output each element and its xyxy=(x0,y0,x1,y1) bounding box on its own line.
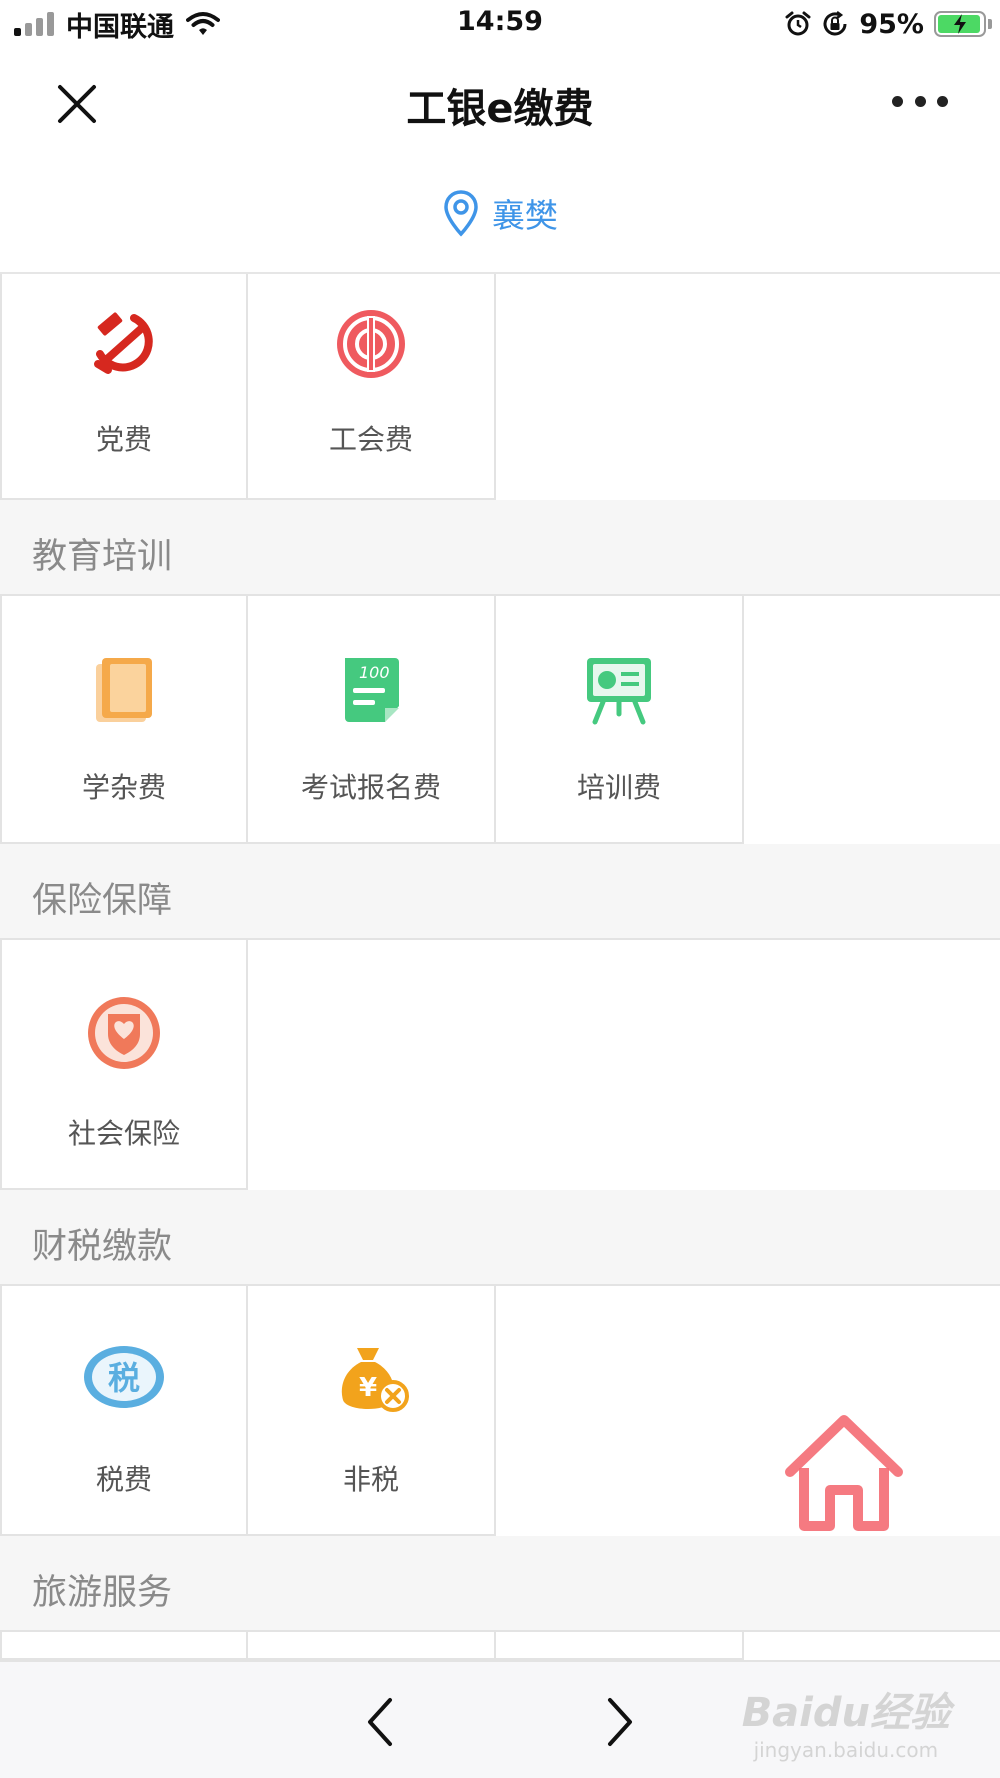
tile-label: 非税 xyxy=(342,1463,399,1496)
tile-union-fee[interactable]: 工会费 xyxy=(248,274,496,500)
watermark: Baidu经验 jingyan.baidu.com xyxy=(742,1680,950,1762)
status-bar: 中国联通 14:59 95% xyxy=(0,0,1000,48)
tile-label: 党费 xyxy=(95,423,152,456)
book-icon xyxy=(96,658,152,722)
tile-exam-registration-fee[interactable]: 100 考试报名费 xyxy=(248,596,496,844)
travel-row xyxy=(0,1632,1000,1660)
party-row: 党费 工会费 xyxy=(0,274,1000,500)
location-pin-icon xyxy=(444,190,478,237)
section-header-insurance: 保险保障 xyxy=(0,844,1000,940)
tile-tuition-fee[interactable]: 学杂费 xyxy=(0,596,248,844)
trade-union-icon xyxy=(337,310,405,378)
tile-travel-1[interactable] xyxy=(0,1632,248,1660)
back-arrow-icon[interactable] xyxy=(360,1692,400,1752)
section-title: 旅游服务 xyxy=(32,1573,173,1613)
hammer-sickle-icon xyxy=(94,312,153,374)
tile-social-insurance[interactable]: 社会保险 xyxy=(0,940,248,1190)
tile-label: 工会费 xyxy=(328,423,413,456)
education-row: 学杂费 100 考试报名费 培训费 xyxy=(0,596,1000,844)
battery-percent: 95% xyxy=(859,8,924,40)
battery-icon xyxy=(934,11,992,37)
tile-label: 学杂费 xyxy=(81,771,166,804)
tile-training-fee[interactable]: 培训费 xyxy=(496,596,744,844)
tile-label: 考试报名费 xyxy=(300,771,441,804)
tile-travel-2[interactable] xyxy=(248,1632,496,1660)
location-city: 襄樊 xyxy=(492,196,558,235)
close-icon[interactable] xyxy=(52,79,102,129)
watermark-logo: Baidu经验 xyxy=(741,1690,950,1736)
tile-label: 税费 xyxy=(95,1463,152,1496)
signal-icon xyxy=(14,12,54,36)
section-header-education: 教育培训 xyxy=(0,500,1000,596)
tile-label: 社会保险 xyxy=(67,1117,180,1150)
status-left: 中国联通 xyxy=(14,8,220,43)
page-title: 工银e缴费 xyxy=(406,86,594,132)
tile-party-fee[interactable]: 党费 xyxy=(0,274,248,500)
shield-icon xyxy=(88,997,160,1069)
forward-arrow-icon[interactable] xyxy=(600,1692,640,1752)
carrier-name: 中国联通 xyxy=(66,11,174,43)
tile-label: 培训费 xyxy=(576,771,661,804)
nav-bar: 工银e缴费 xyxy=(0,48,1000,154)
watermark-url: jingyan.baidu.com xyxy=(753,1738,939,1762)
section-header-travel: 旅游服务 xyxy=(0,1536,1000,1632)
alarm-icon xyxy=(785,11,811,36)
money-bag-icon: ¥ xyxy=(341,1348,409,1412)
status-right: 95% xyxy=(785,8,992,40)
presentation-board-icon xyxy=(587,658,651,725)
tax-icon: 税 xyxy=(84,1346,164,1408)
tile-non-tax-fee[interactable]: ¥ 非税 xyxy=(248,1286,496,1536)
svg-text:100: 100 xyxy=(359,663,390,682)
section-title: 教育培训 xyxy=(32,537,173,577)
exam-paper-icon: 100 xyxy=(345,658,399,722)
more-options-icon[interactable] xyxy=(892,88,948,114)
tile-tax-fee[interactable]: 税 税费 xyxy=(0,1286,248,1536)
wifi-icon xyxy=(186,12,220,35)
section-title: 财税缴款 xyxy=(32,1227,173,1267)
location-selector[interactable]: 襄樊 xyxy=(0,154,1000,274)
svg-text:¥: ¥ xyxy=(359,1373,377,1403)
home-icon[interactable] xyxy=(780,1408,908,1536)
insurance-row: 社会保险 xyxy=(0,940,1000,1190)
bottom-toolbar: Baidu经验 jingyan.baidu.com xyxy=(0,1660,1000,1778)
tax-icon-text: 税 xyxy=(108,1359,140,1397)
section-title: 保险保障 xyxy=(32,881,173,921)
rotation-lock-icon xyxy=(823,11,847,36)
tile-travel-3[interactable] xyxy=(496,1632,744,1660)
section-header-tax: 财税缴款 xyxy=(0,1190,1000,1286)
